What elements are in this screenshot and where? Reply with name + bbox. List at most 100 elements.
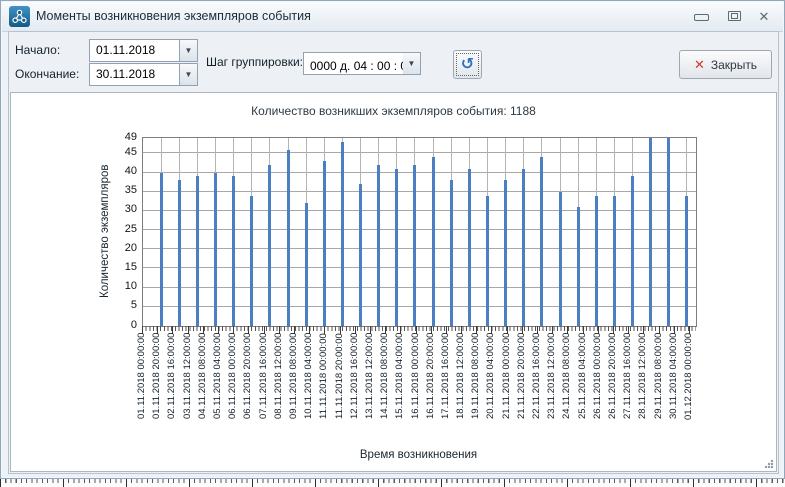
x-tick-label: 07.11.2018 16:00:00 <box>258 333 270 447</box>
x-axis-minor-ticks <box>142 326 696 331</box>
x-tick-label: 21.11.2018 20:00:00 <box>516 333 528 447</box>
bar <box>232 176 235 326</box>
start-date-input[interactable]: 01.11.2018 <box>89 39 180 62</box>
bar <box>649 138 652 326</box>
grouping-step-dropdown-button[interactable]: ▼ <box>403 52 421 75</box>
minimize-button[interactable] <box>688 8 714 26</box>
x-tick-label: 02.11.2018 16:00:00 <box>166 333 178 447</box>
window-title: Моменты возникновения экземпляров событи… <box>36 2 311 31</box>
grouping-step-input[interactable]: 0000 д. 04 : 00 : 00 <box>303 52 405 75</box>
close-button[interactable]: ✕ Закрыть <box>679 50 772 79</box>
x-tick-label: 19.11.2018 08:00:00 <box>470 333 482 447</box>
x-tick-label: 28.11.2018 12:00:00 <box>637 333 649 447</box>
bottom-ruler-strip <box>0 479 785 487</box>
bar <box>595 196 598 326</box>
refresh-icon: ↺ <box>461 57 474 73</box>
red-x-icon: ✕ <box>694 57 705 73</box>
close-icon: ✕ <box>759 9 770 24</box>
x-tick-label: 24.11.2018 08:00:00 <box>561 333 573 447</box>
x-tick-label: 29.11.2018 08:00:00 <box>653 333 665 447</box>
x-tick-label: 10.11.2018 04:00:00 <box>303 333 315 447</box>
bar <box>685 196 688 326</box>
y-tick-label: 40 <box>107 165 137 177</box>
x-tick-label: 13.11.2018 12:00:00 <box>364 333 376 447</box>
bar <box>341 142 344 326</box>
bar <box>196 176 199 326</box>
x-tick-label: 06.11.2018 00:00:00 <box>227 333 239 447</box>
y-tick-label: 25 <box>107 223 137 235</box>
bar <box>214 173 217 326</box>
x-tick-label: 14.11.2018 08:00:00 <box>379 333 391 447</box>
bar <box>250 196 253 326</box>
maximize-button[interactable] <box>721 8 747 26</box>
chevron-down-icon: ▼ <box>408 59 416 68</box>
x-tick-label: 01.11.2018 20:00:00 <box>151 333 163 447</box>
bar <box>287 150 290 326</box>
bar <box>613 196 616 326</box>
bar <box>577 207 580 326</box>
x-tick-label: 27.11.2018 16:00:00 <box>622 333 634 447</box>
x-tick-label: 16.11.2018 20:00:00 <box>425 333 437 447</box>
x-tick-label: 22.11.2018 16:00:00 <box>531 333 543 447</box>
bar <box>486 196 489 326</box>
panel-resize-grip[interactable] <box>764 459 774 469</box>
minimize-icon <box>694 14 709 21</box>
x-tick-label: 25.11.2018 04:00:00 <box>577 333 589 447</box>
bar <box>377 165 380 326</box>
x-tick-label: 08.11.2018 12:00:00 <box>273 333 285 447</box>
bar <box>323 161 326 326</box>
app-window: Моменты возникновения экземпляров событи… <box>0 0 785 479</box>
y-tick-label: 45 <box>107 146 137 158</box>
bar <box>504 180 507 326</box>
bar <box>305 203 308 326</box>
bar <box>450 180 453 326</box>
x-tick-label: 01.11.2018 00:00:00 <box>136 333 148 447</box>
x-tick-label: 17.11.2018 16:00:00 <box>440 333 452 447</box>
x-tick-label: 15.11.2018 04:00:00 <box>394 333 406 447</box>
x-tick-label: 21.11.2018 00:00:00 <box>501 333 513 447</box>
x-tick-label: 09.11.2018 08:00:00 <box>288 333 300 447</box>
end-date-dropdown-button[interactable]: ▼ <box>180 63 198 86</box>
y-tick-label: 10 <box>107 280 137 292</box>
x-tick-label: 20.11.2018 04:00:00 <box>485 333 497 447</box>
end-date-label: Окончание: <box>15 64 79 85</box>
y-tick-label: 49 <box>107 131 137 143</box>
x-tick-label: 05.11.2018 04:00:00 <box>212 333 224 447</box>
x-axis-title: Время возникновения <box>142 449 695 461</box>
refresh-button[interactable]: ↺ <box>453 50 482 79</box>
title-bar[interactable]: Моменты возникновения экземпляров событи… <box>2 2 783 32</box>
x-tick-label: 12.11.2018 16:00:00 <box>349 333 361 447</box>
x-tick-label: 18.11.2018 12:00:00 <box>455 333 467 447</box>
chart-panel: Количество возникших экземпляров события… <box>10 92 777 472</box>
x-tick-label: 03.11.2018 12:00:00 <box>182 333 194 447</box>
bar <box>667 138 670 326</box>
bar <box>468 169 471 326</box>
x-tick-label: 26.11.2018 00:00:00 <box>592 333 604 447</box>
maximize-icon <box>728 11 741 21</box>
bar <box>559 192 562 326</box>
y-tick-label: 35 <box>107 184 137 196</box>
start-date-label: Начало: <box>15 40 60 61</box>
chevron-down-icon: ▼ <box>185 70 193 79</box>
bar <box>395 169 398 326</box>
bar <box>413 165 416 326</box>
bar <box>268 165 271 326</box>
bar <box>540 157 543 326</box>
y-tick-label: 20 <box>107 242 137 254</box>
bar <box>432 157 435 326</box>
bar <box>522 169 525 326</box>
close-button-label: Закрыть <box>711 58 757 72</box>
x-tick-label: 06.11.2018 20:00:00 <box>242 333 254 447</box>
x-axis-labels: 01.11.2018 00:00:0001.11.2018 20:00:0002… <box>142 333 696 449</box>
bar <box>359 184 362 326</box>
start-date-dropdown-button[interactable]: ▼ <box>180 39 198 62</box>
close-window-button[interactable]: ✕ <box>751 8 777 26</box>
bar <box>178 180 181 326</box>
y-tick-label: 30 <box>107 203 137 215</box>
y-tick-label: 0 <box>107 319 137 331</box>
end-date-input[interactable]: 30.11.2018 <box>89 63 180 86</box>
grouping-step-label: Шаг группировки: <box>206 52 303 73</box>
plot-area <box>142 137 697 327</box>
x-tick-label: 26.11.2018 20:00:00 <box>607 333 619 447</box>
app-network-icon <box>9 6 30 27</box>
